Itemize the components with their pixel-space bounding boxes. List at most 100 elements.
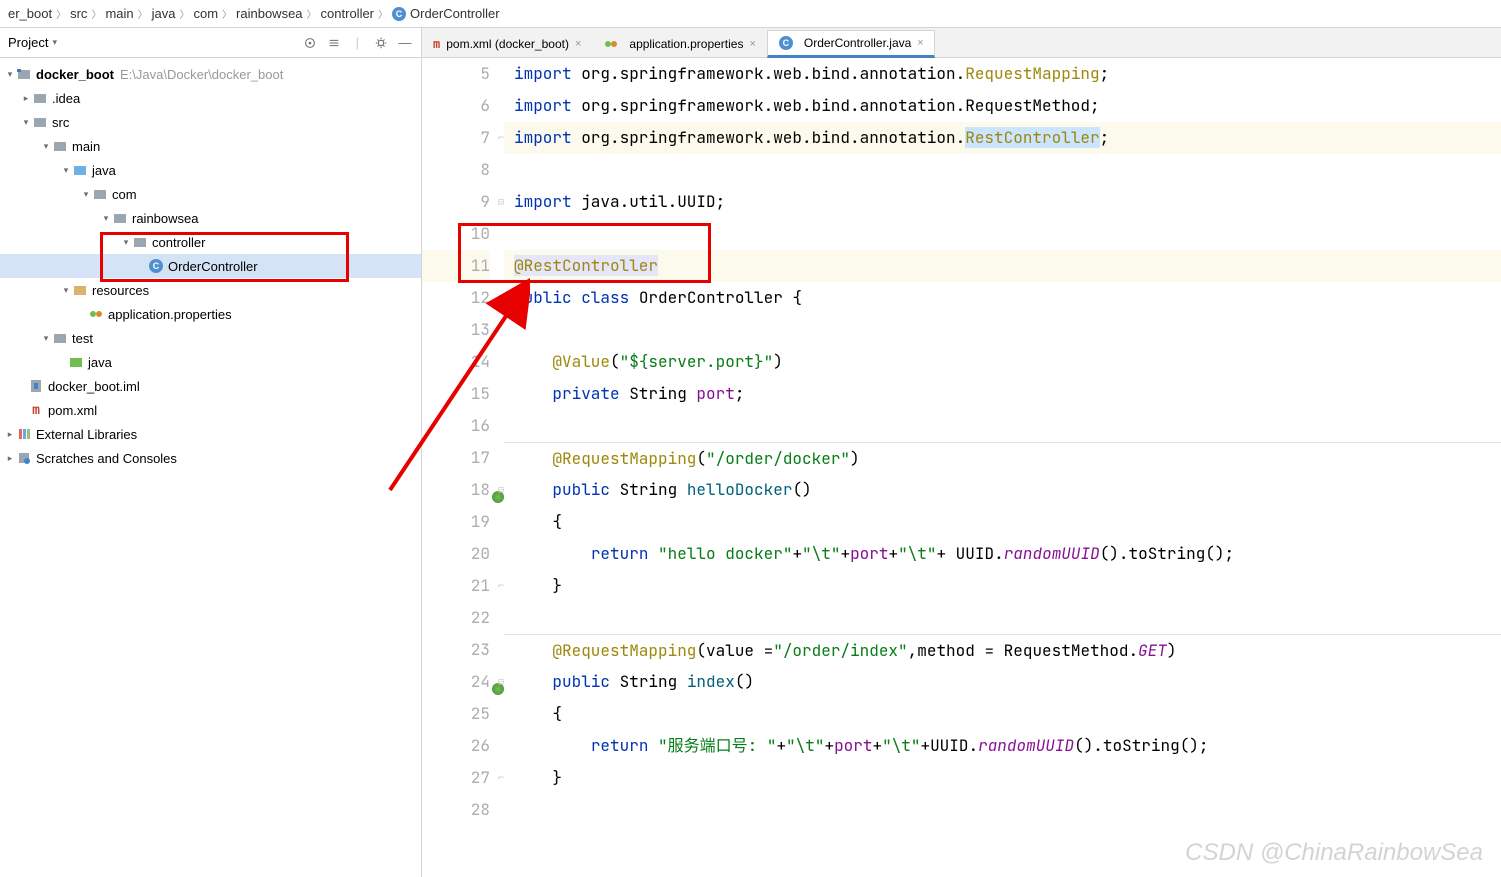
chevron-right-icon: 〉	[56, 6, 66, 21]
line-number[interactable]: 26	[422, 730, 490, 762]
package-icon	[112, 210, 128, 226]
chevron-down-icon: ▾	[52, 37, 57, 48]
editor-tab-active[interactable]: C OrderController.java ×	[767, 30, 935, 58]
line-number[interactable]: 9⊟	[422, 186, 490, 218]
line-number[interactable]: 8	[422, 154, 490, 186]
chevron-down-icon: ▾	[40, 141, 52, 152]
maven-file-icon: m	[433, 37, 440, 51]
folder-icon	[52, 138, 68, 154]
breadcrumb-item[interactable]: src	[70, 6, 87, 21]
line-number[interactable]: 16	[422, 410, 490, 442]
sidebar-header: Project ▾ | —	[0, 28, 421, 58]
tree-item[interactable]: ▾ src	[0, 110, 421, 134]
line-number[interactable]: 22	[422, 602, 490, 634]
chevron-right-icon: ▸	[4, 453, 16, 464]
package-icon	[92, 186, 108, 202]
tree-item-selected[interactable]: C OrderController	[0, 254, 421, 278]
tree-item[interactable]: ▸ External Libraries	[0, 422, 421, 446]
hide-icon[interactable]: —	[397, 35, 413, 51]
line-number[interactable]: 23	[422, 634, 490, 666]
breadcrumb-item[interactable]: controller	[321, 6, 374, 21]
line-number[interactable]: 10	[422, 218, 490, 250]
tree-item[interactable]: ▾ test	[0, 326, 421, 350]
tree-item[interactable]: ▸ Scratches and Consoles	[0, 446, 421, 470]
chevron-down-icon: ▾	[60, 285, 72, 296]
locate-icon[interactable]	[302, 35, 318, 51]
tree-item[interactable]: ▾ rainbowsea	[0, 206, 421, 230]
breadcrumb-item[interactable]: rainbowsea	[236, 6, 303, 21]
sidebar-title[interactable]: Project ▾	[8, 35, 302, 50]
chevron-right-icon: 〉	[222, 6, 232, 21]
line-number[interactable]: 12⊟	[422, 282, 490, 314]
fold-icon[interactable]: ⊟	[492, 186, 504, 218]
breadcrumb-item[interactable]: er_boot	[8, 6, 52, 21]
chevron-down-icon: ▾	[4, 69, 16, 80]
breadcrumb-item[interactable]: java	[152, 6, 176, 21]
project-sidebar: Project ▾ | — ▾ docker_boot E:\Java\Dock…	[0, 28, 422, 877]
line-number[interactable]: 28	[422, 794, 490, 826]
tree-item[interactable]: ▾ resources	[0, 278, 421, 302]
folder-icon	[52, 330, 68, 346]
tab-label: application.properties	[629, 37, 743, 51]
fold-icon[interactable]: ⊟	[492, 282, 504, 314]
chevron-right-icon: 〉	[307, 6, 317, 21]
chevron-down-icon: ▾	[120, 237, 132, 248]
chevron-right-icon: 〉	[91, 6, 101, 21]
line-number[interactable]: 14	[422, 346, 490, 378]
code-content[interactable]: import org.springframework.web.bind.anno…	[504, 58, 1501, 877]
fold-end-icon[interactable]: ⌐	[492, 762, 504, 794]
line-number[interactable]: 20	[422, 538, 490, 570]
line-number[interactable]: 5	[422, 58, 490, 90]
breadcrumb-item[interactable]: main	[105, 6, 133, 21]
breadcrumb-item[interactable]: OrderController	[410, 6, 500, 21]
line-number[interactable]: 24⊟	[422, 666, 490, 698]
editor-pane: m pom.xml (docker_boot) × application.pr…	[422, 28, 1501, 877]
close-icon[interactable]: ×	[749, 38, 755, 50]
line-number[interactable]: 21⌐	[422, 570, 490, 602]
class-icon: C	[778, 35, 794, 51]
line-number[interactable]: 15	[422, 378, 490, 410]
expand-all-icon[interactable]	[326, 35, 342, 51]
tree-item[interactable]: ▾ com	[0, 182, 421, 206]
project-tree: ▾ docker_boot E:\Java\Docker\docker_boot…	[0, 58, 421, 877]
gear-icon[interactable]	[373, 35, 389, 51]
line-number[interactable]: 17	[422, 442, 490, 474]
line-number[interactable]: 6	[422, 90, 490, 122]
tab-label: OrderController.java	[804, 36, 911, 50]
class-icon: C	[392, 7, 406, 21]
line-number[interactable]: 13	[422, 314, 490, 346]
fold-end-icon[interactable]: ⌐	[492, 122, 504, 154]
editor-tab[interactable]: m pom.xml (docker_boot) ×	[422, 29, 592, 57]
close-icon[interactable]: ×	[917, 37, 923, 49]
resources-folder-icon	[72, 282, 88, 298]
chevron-right-icon: 〉	[179, 6, 189, 21]
tree-item[interactable]: ▾ controller	[0, 230, 421, 254]
breadcrumb-item[interactable]: com	[193, 6, 218, 21]
tree-item[interactable]: ▾ main	[0, 134, 421, 158]
fold-end-icon[interactable]: ⌐	[492, 570, 504, 602]
line-number[interactable]: 11	[422, 250, 490, 282]
line-number[interactable]: 27⌐	[422, 762, 490, 794]
line-number[interactable]: 7⌐	[422, 122, 490, 154]
editor-tab[interactable]: application.properties ×	[592, 29, 767, 57]
line-number[interactable]: 19	[422, 506, 490, 538]
chevron-down-icon: ▾	[100, 213, 112, 224]
tree-item[interactable]: java	[0, 350, 421, 374]
editor-tabbar: m pom.xml (docker_boot) × application.pr…	[422, 28, 1501, 58]
close-icon[interactable]: ×	[575, 38, 581, 50]
line-number[interactable]: 25	[422, 698, 490, 730]
line-number[interactable]: 18⊟	[422, 474, 490, 506]
tree-item[interactable]: docker_boot.iml	[0, 374, 421, 398]
tree-root[interactable]: ▾ docker_boot E:\Java\Docker\docker_boot	[0, 62, 421, 86]
fold-icon[interactable]: ⊟	[492, 666, 504, 698]
chevron-right-icon: 〉	[378, 6, 388, 21]
chevron-down-icon: ▾	[40, 333, 52, 344]
fold-icon[interactable]: ⊟	[492, 474, 504, 506]
tree-item[interactable]: ▸ .idea	[0, 86, 421, 110]
code-area[interactable]: 5 6 7⌐ 8 9⊟ 10 11 12⊟ 13 14 15 16 17 18⊟…	[422, 58, 1501, 877]
tree-item[interactable]: ▾ java	[0, 158, 421, 182]
divider: |	[356, 35, 359, 50]
chevron-down-icon: ▾	[60, 165, 72, 176]
tree-item[interactable]: application.properties	[0, 302, 421, 326]
tree-item[interactable]: m pom.xml	[0, 398, 421, 422]
